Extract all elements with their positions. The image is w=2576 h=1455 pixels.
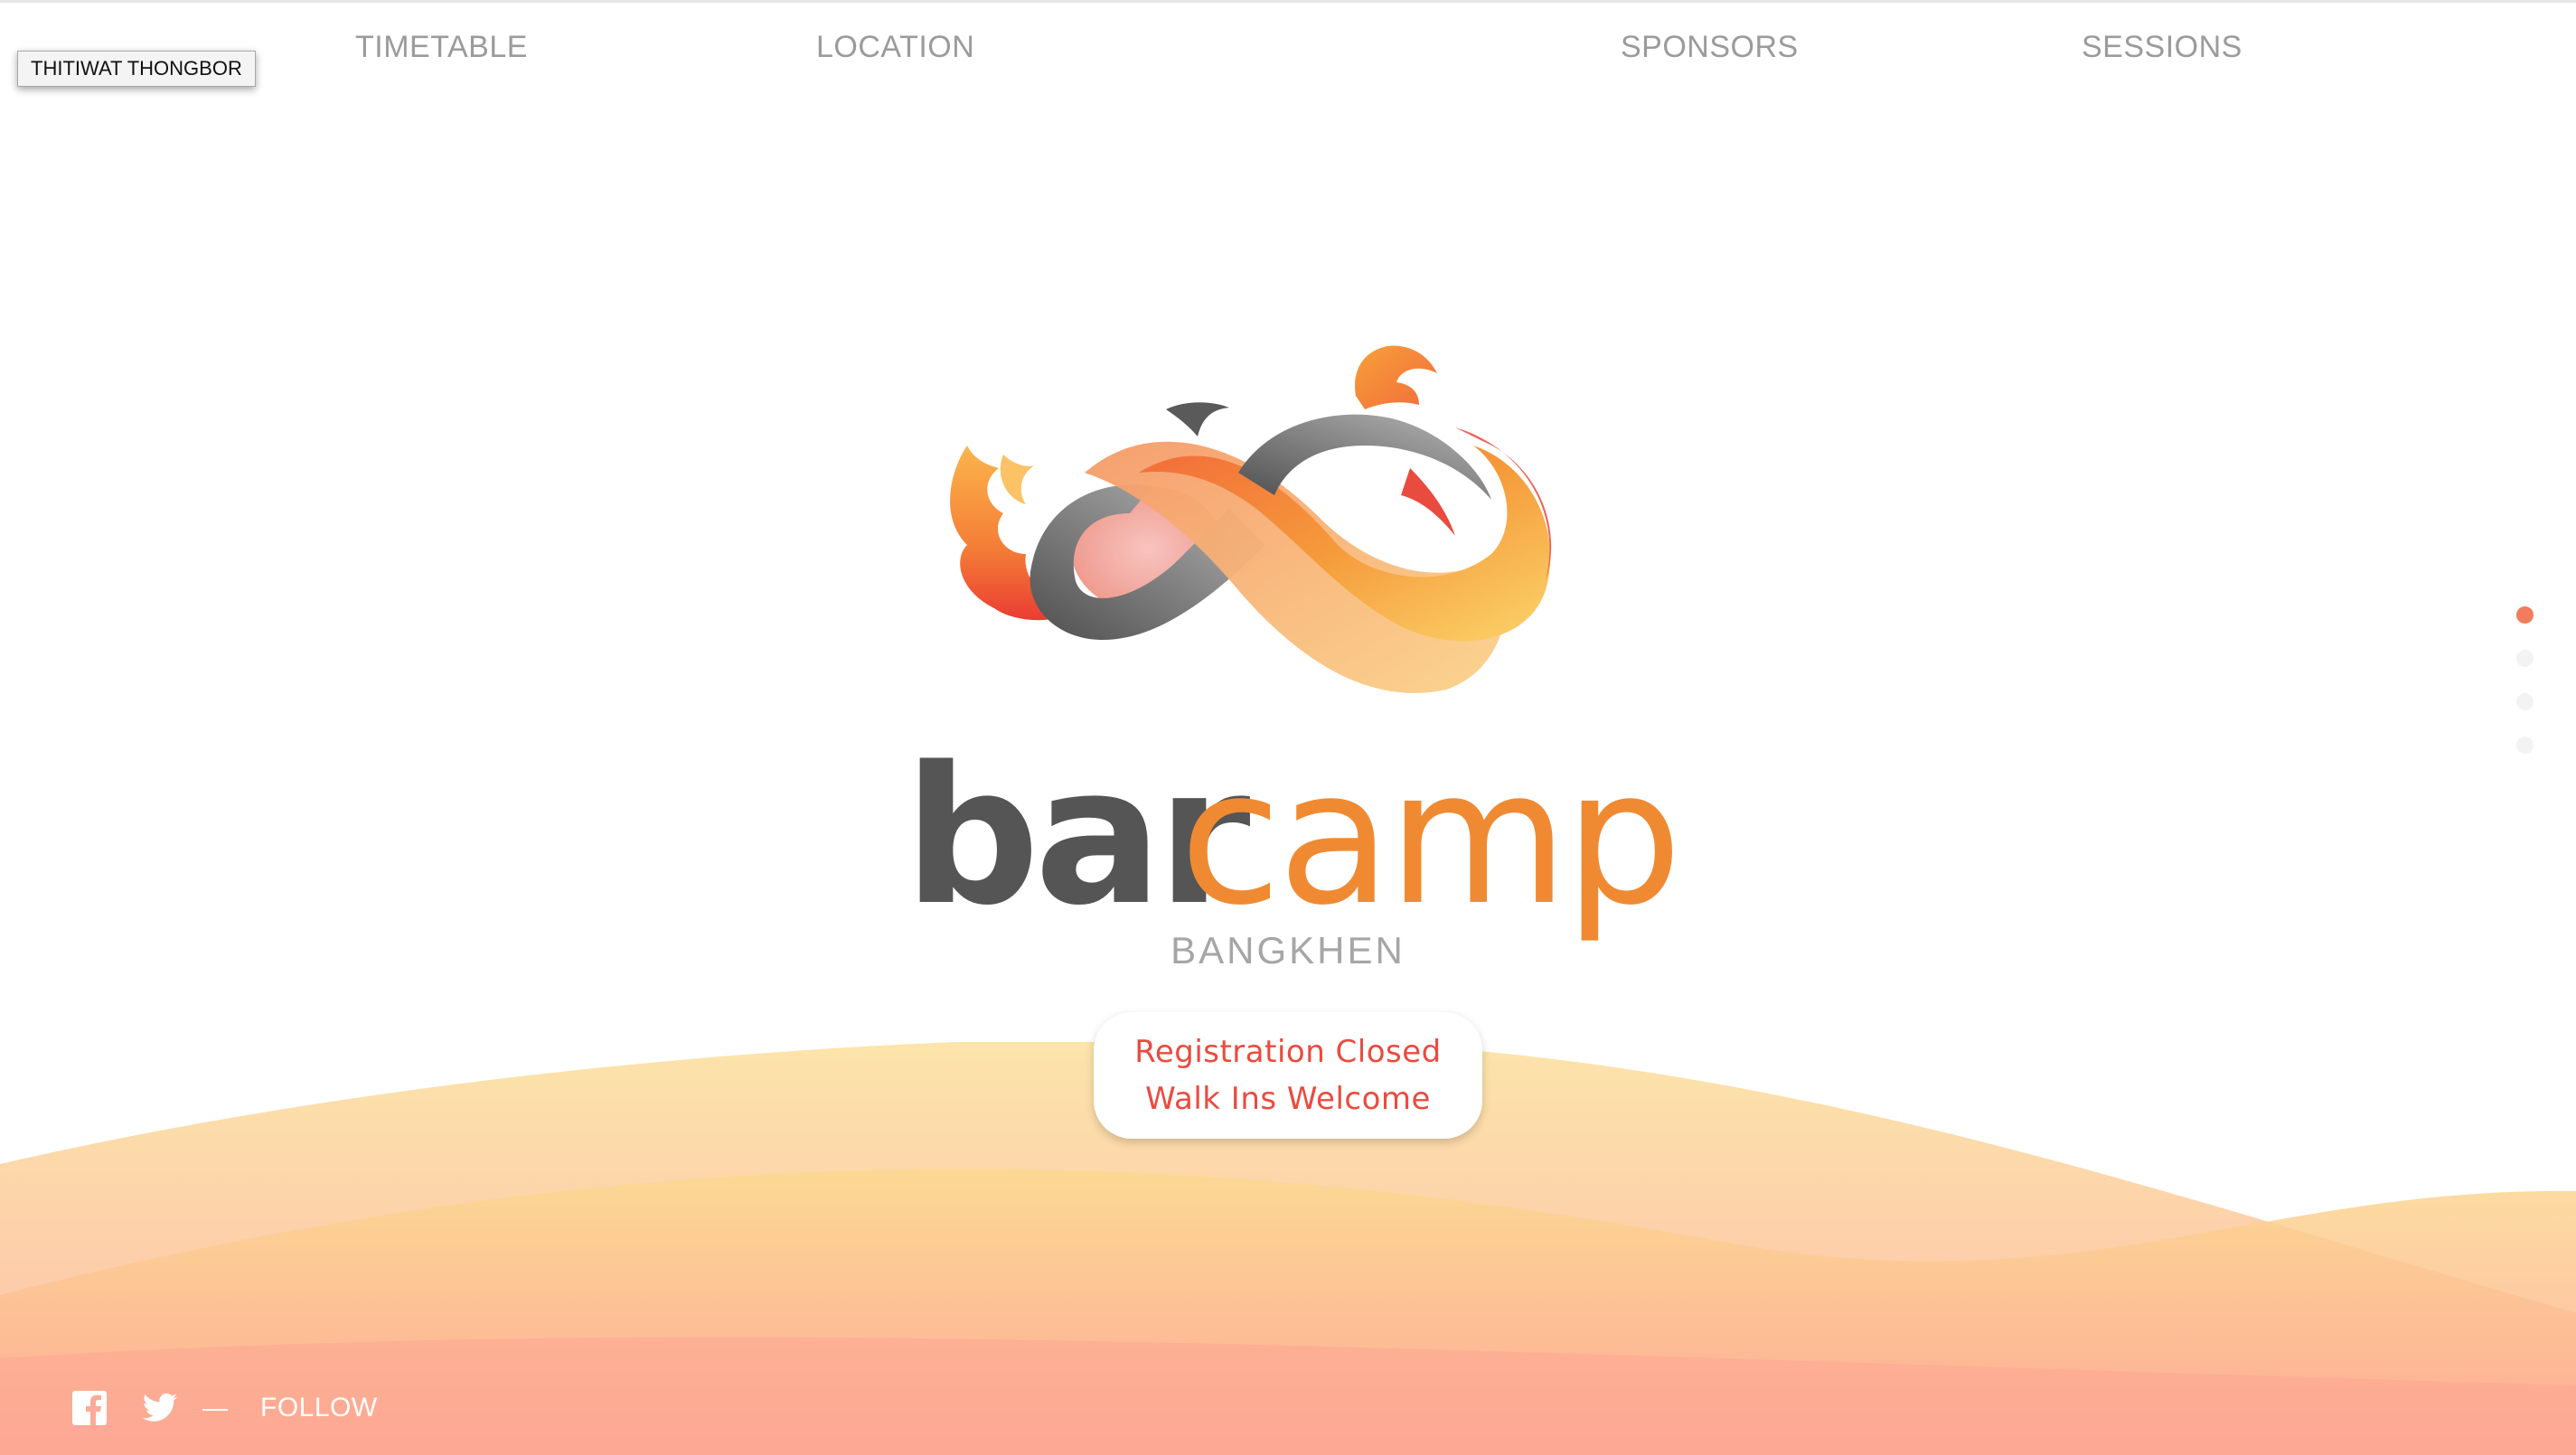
section-dot-4[interactable] xyxy=(2516,737,2534,754)
social-separator: — xyxy=(202,1394,228,1422)
twitter-icon[interactable] xyxy=(143,1391,177,1425)
barcamp-wordmark: bar camp xyxy=(904,726,1682,947)
section-pagination xyxy=(2516,606,2538,780)
nav-sponsors[interactable]: SPONSORS xyxy=(1621,30,1799,65)
page: TIMETABLE LOCATION SPONSORS SESSIONS THI… xyxy=(0,0,2576,1455)
nav-timetable[interactable]: TIMETABLE xyxy=(355,30,528,65)
user-name-tooltip: THITIWAT THONGBOR xyxy=(17,51,256,87)
barcamp-logo-icon xyxy=(950,345,1552,693)
nav-location[interactable]: LOCATION xyxy=(816,30,974,65)
nav-sessions[interactable]: SESSIONS xyxy=(2082,30,2242,65)
facebook-icon[interactable] xyxy=(72,1391,107,1425)
section-dot-2[interactable] xyxy=(2516,650,2534,667)
walk-ins-welcome-text: Walk Ins Welcome xyxy=(1145,1081,1431,1117)
follow-link[interactable]: FOLLOW xyxy=(260,1393,378,1423)
hero-subtitle: BANGKHEN xyxy=(1170,929,1406,972)
registration-status-button[interactable]: Registration Closed Walk Ins Welcome xyxy=(1094,1012,1482,1139)
section-dot-3[interactable] xyxy=(2516,693,2534,710)
wordmark-camp: camp xyxy=(1180,731,1678,946)
section-dot-1[interactable] xyxy=(2516,606,2534,624)
social-links: — FOLLOW xyxy=(72,1390,378,1426)
registration-closed-text: Registration Closed xyxy=(1134,1034,1442,1070)
